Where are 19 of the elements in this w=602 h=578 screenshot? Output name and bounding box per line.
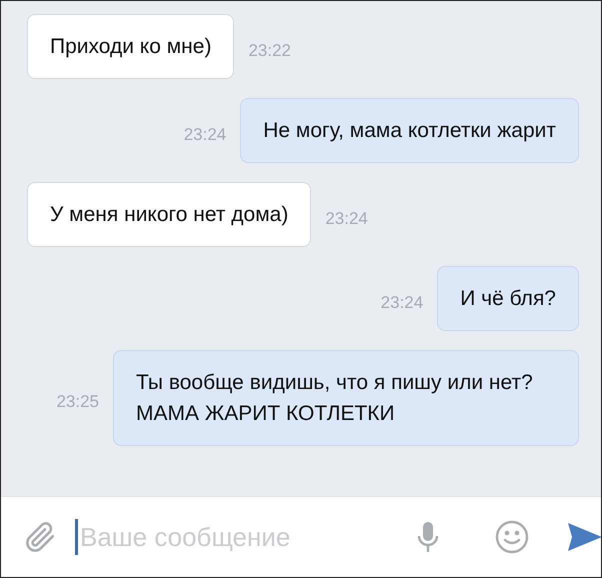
message-time: 23:25 (56, 392, 99, 412)
message-time: 23:24 (184, 124, 226, 144)
outgoing-message: Не могу, мама котлетки жарит (240, 98, 579, 163)
message-time: 23:22 (248, 40, 291, 60)
message-time: 23:24 (325, 208, 368, 228)
emoji-button[interactable] (495, 520, 529, 554)
send-button[interactable] (567, 522, 601, 552)
incoming-message: Приходи ко мне) (27, 14, 234, 79)
message-time: 23:24 (380, 292, 424, 312)
outgoing-message: Ты вообще видишь, что я пишу или нет? МАМА ЖАРИТ КОТЛЕТКИ (113, 350, 579, 446)
attach-button[interactable] (23, 519, 57, 555)
outgoing-message: И чё бля? (437, 266, 579, 331)
microphone-icon (415, 520, 441, 554)
text-cursor (75, 519, 78, 555)
paperclip-icon (23, 519, 57, 555)
microphone-button[interactable] (415, 520, 441, 554)
send-icon (567, 522, 601, 552)
incoming-message: У меня никого нет дома) (27, 182, 312, 247)
smiley-icon (495, 520, 529, 554)
